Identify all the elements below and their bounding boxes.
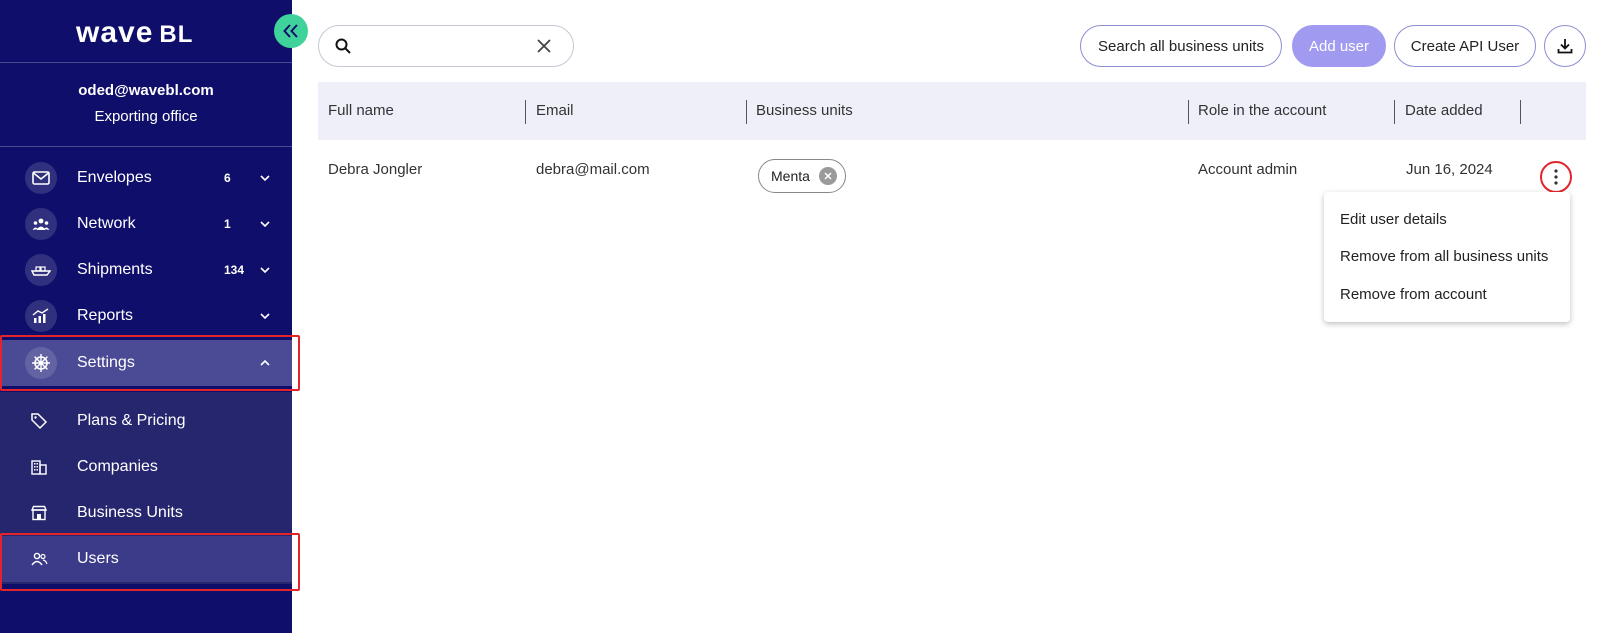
nav-count: 6 <box>224 171 231 185</box>
nav-item-reports[interactable]: Reports <box>0 293 292 339</box>
column-separator <box>1520 100 1521 124</box>
column-header-full-name[interactable]: Full name <box>328 102 394 119</box>
column-separator <box>525 100 526 124</box>
column-separator <box>1394 100 1395 124</box>
sub-item-plans-pricing[interactable]: Plans & Pricing <box>0 398 292 444</box>
cell-role: Account admin <box>1198 161 1298 178</box>
chevron-down-icon <box>258 309 272 323</box>
search-input[interactable] <box>361 35 531 57</box>
chevron-down-icon <box>258 171 272 185</box>
row-actions-button[interactable] <box>1540 161 1572 193</box>
wavebl-logo: wave BL <box>76 16 193 50</box>
row-actions-menu: Edit user details Remove from all busine… <box>1324 192 1570 322</box>
network-icon <box>25 208 57 240</box>
nav-label: Envelopes <box>77 169 152 186</box>
divider <box>0 62 292 63</box>
column-header-role[interactable]: Role in the account <box>1198 102 1326 119</box>
double-chevron-left-icon <box>283 24 298 38</box>
highlight-settings <box>0 335 300 391</box>
user-email: oded@wavebl.com <box>78 82 214 99</box>
cell-full-name: Debra Jongler <box>328 161 423 178</box>
download-icon <box>1557 39 1573 54</box>
table-header: Full name Email Business units Role in t… <box>318 82 1586 140</box>
nav-item-network[interactable]: Network 1 <box>0 201 292 247</box>
nav-item-envelopes[interactable]: Envelopes 6 <box>0 155 292 201</box>
sub-item-business-units[interactable]: Business Units <box>0 490 292 536</box>
sub-label: Business Units <box>77 504 183 521</box>
tag-icon <box>30 412 48 430</box>
column-header-business-units[interactable]: Business units <box>756 102 853 119</box>
nav-label: Shipments <box>77 261 153 278</box>
nav-count: 134 <box>224 263 245 277</box>
reports-icon <box>25 300 57 332</box>
menu-item-remove-from-all-business-units[interactable]: Remove from all business units <box>1340 248 1548 265</box>
divider <box>0 146 292 147</box>
remove-chip-icon[interactable] <box>819 167 837 185</box>
sub-label: Companies <box>77 458 158 475</box>
sub-label: Plans & Pricing <box>77 412 186 429</box>
cell-email: debra@mail.com <box>536 161 650 178</box>
column-header-date-added[interactable]: Date added <box>1405 102 1483 119</box>
sidebar: wave BL oded@wavebl.com Exporting office … <box>0 0 300 633</box>
nav-count: 1 <box>224 217 231 231</box>
collapse-sidebar-button[interactable] <box>274 14 308 48</box>
ship-icon <box>25 254 57 286</box>
create-api-user-button[interactable]: Create API User <box>1394 25 1536 67</box>
kebab-menu-icon <box>1554 169 1558 185</box>
logo-suffix: BL <box>159 21 194 48</box>
highlight-users <box>0 533 300 591</box>
sub-item-companies[interactable]: Companies <box>0 444 292 490</box>
logo-text: wave <box>76 16 154 49</box>
column-separator <box>1188 100 1189 124</box>
nav-label: Network <box>77 215 136 232</box>
search-box <box>318 25 574 67</box>
nav-label: Reports <box>77 307 134 324</box>
add-user-button[interactable]: Add user <box>1292 25 1386 67</box>
cell-date-added: Jun 16, 2024 <box>1406 161 1493 178</box>
envelope-icon <box>25 162 57 194</box>
chevron-down-icon <box>258 217 272 231</box>
menu-item-edit-user-details[interactable]: Edit user details <box>1340 211 1447 228</box>
chip-label: Menta <box>771 168 810 184</box>
user-office[interactable]: Exporting office <box>0 108 292 125</box>
close-icon[interactable] <box>537 39 551 58</box>
search-icon <box>335 38 351 59</box>
nav-item-shipments[interactable]: Shipments 134 <box>0 247 292 293</box>
column-header-email[interactable]: Email <box>536 102 574 119</box>
chevron-down-icon <box>258 263 272 277</box>
building-icon <box>30 458 48 476</box>
store-icon <box>30 504 48 522</box>
search-all-business-units-button[interactable]: Search all business units <box>1080 25 1282 67</box>
business-unit-chip: Menta <box>758 159 846 193</box>
download-button[interactable] <box>1544 25 1586 67</box>
menu-item-remove-from-account[interactable]: Remove from account <box>1340 286 1487 303</box>
column-separator <box>746 100 747 124</box>
